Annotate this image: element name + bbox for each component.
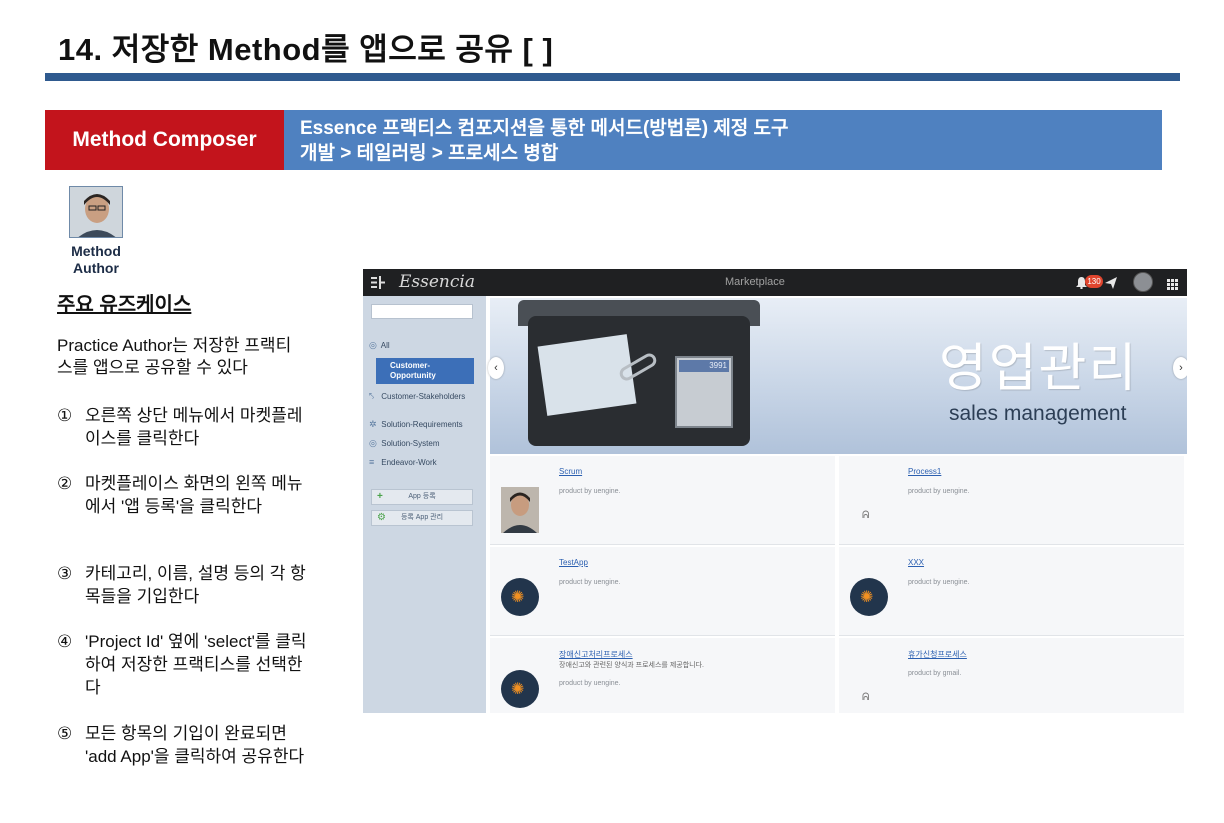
manage-apps-label: 등록 App 관리 — [400, 514, 444, 521]
step-number: ① — [57, 406, 73, 425]
app-name-link[interactable]: Scrum — [559, 467, 582, 476]
manage-apps-button[interactable]: ⚙ 등록 App 관리 — [371, 510, 473, 526]
sidebar-item-customer-opportunity[interactable]: Customer-Opportunity — [376, 358, 474, 384]
carousel-next-button[interactable]: › — [1173, 357, 1187, 379]
app-name-link[interactable]: TestApp — [559, 558, 588, 567]
marketplace-hero-banner: 3991 영업관리 sales management — [490, 298, 1187, 454]
app-publisher: product by uengine. — [908, 488, 970, 495]
hero-title-english: sales management — [949, 402, 1127, 425]
app-card[interactable]: Process1 product by uengine. ᕱ — [839, 456, 1184, 545]
sidebar-item-label: Solution-Requirements — [381, 420, 463, 429]
sidebar-item-endeavor-work[interactable]: ≡ Endeavor-Work — [369, 457, 483, 468]
sidebar-item-all[interactable]: ◎ All — [369, 340, 483, 351]
app-card[interactable]: XXX product by uengine. ✺ — [839, 547, 1184, 636]
gear-icon: ✺ — [501, 670, 539, 708]
placeholder-icon: ᕱ — [862, 692, 870, 703]
step-text: 오른쪽 상단 메뉴에서 마켓플레이스를 클릭한다 — [85, 406, 303, 448]
app-brand-logo[interactable]: Essencia — [399, 272, 475, 292]
app-name-link[interactable]: Process1 — [908, 467, 941, 476]
sidebar-item-solution-system[interactable]: ◎ Solution-System — [369, 438, 483, 449]
usecase-step: ① 오른쪽 상단 메뉴에서 마켓플레이스를 클릭한다 — [57, 404, 307, 450]
sidebar-item-label: Endeavor-Work — [381, 458, 437, 467]
step-text: 모든 항목의 기입이 완료되면 'add App'을 클릭하여 공유한다 — [85, 724, 305, 766]
apps-grid-icon[interactable] — [1167, 277, 1178, 290]
carousel-prev-button[interactable]: ‹ — [488, 357, 504, 379]
marketplace-sidebar: ◎ All Customer-Opportunity ⤣ Customer-St… — [363, 296, 486, 713]
sidebar-item-label: Solution-System — [381, 439, 440, 448]
sidebar-item-label: All — [380, 341, 390, 350]
app-publisher: product by uengine. — [559, 579, 621, 586]
app-description: 장애신고와 관련된 양식과 프로세스를 제공합니다. — [559, 662, 704, 669]
app-card[interactable]: 장애신고처리프로세스 장애신고와 관련된 양식과 프로세스를 제공합니다. pr… — [490, 638, 835, 713]
app-name-link[interactable]: 휴가신청프로세스 — [908, 649, 967, 660]
title-divider — [45, 73, 1180, 81]
step-number: ② — [57, 474, 73, 493]
banner-description: Essence 프랙티스 컴포지션을 통한 메서드(방법론) 제정 도구 개발 … — [284, 110, 1162, 170]
usecase-heading: 주요 유즈케이스 — [57, 294, 192, 316]
notification-count-badge[interactable]: 130 — [1085, 275, 1103, 288]
usecase-step: ④ 'Project Id' 옆에 'select'를 클릭하여 저장한 프랙티… — [57, 630, 307, 699]
app-publisher: product by uengine. — [559, 680, 621, 687]
usecase-step: ③ 카테고리, 이름, 설명 등의 각 항목들을 기입한다 — [57, 562, 307, 608]
banner-method-composer: Method Composer — [45, 110, 284, 170]
author-avatar — [69, 186, 123, 238]
hero-title-korean: 영업관리 — [939, 340, 1139, 398]
author-label-line-1: Method — [71, 243, 121, 259]
step-text: 'Project Id' 옆에 'select'를 클릭하여 저장한 프랙티스를… — [85, 632, 307, 697]
sidebar-item-solution-requirements[interactable]: ✲ Solution-Requirements — [369, 419, 483, 430]
app-publisher: product by uengine. — [908, 579, 970, 586]
register-app-label: App 등록 — [408, 493, 436, 500]
marketplace-screenshot: Essencia Marketplace 130 ◎ All Customer-… — [363, 269, 1187, 713]
calculator-display-value: 3991 — [709, 361, 727, 370]
step-number: ④ — [57, 632, 73, 651]
app-publisher: product by gmail. — [908, 670, 962, 677]
sidebar-item-customer-stakeholders[interactable]: ⤣ Customer-Stakeholders — [369, 391, 483, 402]
step-number: ③ — [57, 564, 73, 583]
gear-icon: ✺ — [850, 578, 888, 616]
step-text: 카테고리, 이름, 설명 등의 각 항목들을 기입한다 — [85, 564, 306, 606]
banner-line-1: Essence 프랙티스 컴포지션을 통한 메서드(방법론) 제정 도구 — [300, 118, 789, 139]
usecase-description: Practice Author는 저장한 프랙티스를 앱으로 공유할 수 있다 — [57, 336, 292, 377]
app-card[interactable]: Scrum product by uengine. — [490, 456, 835, 545]
app-name-link[interactable]: XXX — [908, 558, 924, 567]
app-publisher: product by uengine. — [559, 488, 621, 495]
app-thumbnail-photo — [501, 487, 539, 533]
system-icon: ◎ — [369, 438, 377, 448]
author-label: Method Author — [56, 243, 136, 277]
app-topbar: Essencia Marketplace 130 — [363, 269, 1187, 296]
usecase-step: ② 마켓플레이스 화면의 왼쪽 메뉴에서 '앱 등록'을 클릭한다 — [57, 472, 307, 518]
register-app-button[interactable]: + App 등록 — [371, 489, 473, 505]
user-avatar[interactable] — [1133, 272, 1153, 292]
app-card[interactable]: 휴가신청프로세스 product by gmail. ᕱ — [839, 638, 1184, 713]
work-icon: ≡ — [369, 457, 375, 467]
slide-title: 14. 저장한 Method를 앱으로 공유 [ ] — [58, 32, 554, 67]
author-label-line-2: Author — [73, 260, 119, 276]
app-card[interactable]: TestApp product by uengine. ✺ — [490, 547, 835, 636]
app-name-link[interactable]: 장애신고처리프로세스 — [559, 649, 633, 660]
app-page-title: Marketplace — [725, 276, 785, 288]
requirements-icon: ✲ — [369, 419, 377, 429]
placeholder-icon: ᕱ — [862, 510, 870, 521]
stakeholders-icon: ⤣ — [369, 391, 375, 401]
usecase-step: ⑤ 모든 항목의 기입이 완료되면 'add App'을 클릭하여 공유한다 — [57, 722, 307, 768]
sidebar-item-label: Customer-Opportunity — [390, 361, 436, 380]
author-photo-icon — [70, 187, 122, 237]
step-text: 마켓플레이스 화면의 왼쪽 메뉴에서 '앱 등록'을 클릭한다 — [85, 474, 303, 516]
menu-toggle-icon[interactable] — [371, 276, 385, 289]
step-number: ⑤ — [57, 724, 73, 743]
all-icon: ◎ — [369, 340, 377, 350]
send-icon[interactable] — [1105, 276, 1117, 289]
calculator-display: 3991 — [679, 360, 729, 372]
sidebar-item-label: Customer-Stakeholders — [381, 392, 466, 401]
banner-line-2: 개발 > 테일러링 > 프로세스 병합 — [300, 143, 559, 164]
gear-icon: ✺ — [501, 578, 539, 616]
sidebar-search-input[interactable] — [371, 304, 473, 319]
